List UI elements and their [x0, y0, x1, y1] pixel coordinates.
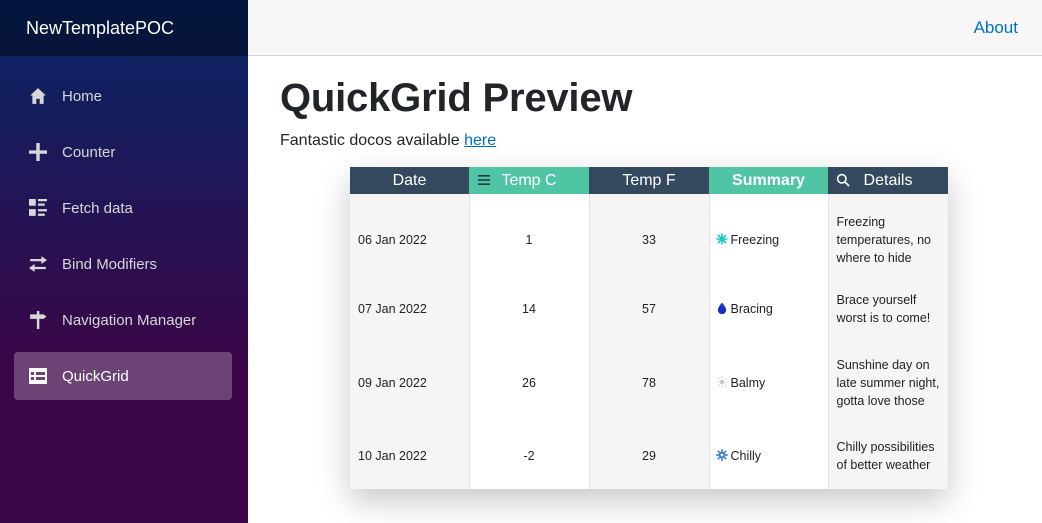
- nav-item-label: Home: [62, 87, 103, 105]
- column-header-label: Date: [392, 171, 427, 189]
- signpost-icon: [28, 310, 48, 330]
- column-header-summary[interactable]: Summary: [709, 167, 828, 194]
- column-header-temp-c[interactable]: Temp C: [469, 167, 589, 194]
- nav-item-label: Fetch data: [62, 199, 133, 217]
- page-title: QuickGrid Preview: [280, 76, 633, 120]
- column-header-date[interactable]: Date: [350, 167, 469, 194]
- nav-item-quickgrid[interactable]: QuickGrid: [14, 352, 232, 400]
- menu-icon[interactable]: [477, 173, 491, 187]
- header-row: Date Temp C Temp F Summary Details: [350, 167, 948, 194]
- home-icon: [28, 86, 48, 106]
- gear-icon: [715, 449, 728, 461]
- nav-item-home[interactable]: Home: [14, 72, 232, 120]
- docs-link[interactable]: here: [464, 132, 496, 149]
- column-header-label: Details: [863, 171, 913, 189]
- nav-item-label: Counter: [62, 143, 116, 161]
- cell-summary: Freezing: [709, 194, 829, 276]
- cell-temp-c: 1: [469, 194, 590, 276]
- cell-date: 09 Jan 2022: [350, 342, 470, 423]
- snowflake-icon: [716, 233, 728, 245]
- cell-summary: Chilly: [709, 423, 829, 489]
- summary-label: Bracing: [730, 302, 773, 316]
- cell-temp-c: 14: [469, 276, 590, 342]
- cell-temp-f: 29: [589, 423, 710, 489]
- cell-summary: Balmy: [709, 342, 829, 423]
- cell-temp-f: 57: [589, 276, 710, 342]
- weather-table: Date Temp C Temp F Summary Details 06 Ja…: [350, 167, 949, 489]
- intro-text: Fantastic docos available here: [280, 132, 1042, 150]
- cell-date: 07 Jan 2022: [350, 276, 470, 342]
- droplet-icon: [716, 302, 728, 315]
- cell-date: 10 Jan 2022: [350, 423, 470, 489]
- about-link[interactable]: About: [974, 18, 1018, 38]
- cell-date: 06 Jan 2022: [350, 194, 470, 276]
- nav-item-label: Navigation Manager: [62, 311, 197, 329]
- table-row: 10 Jan 2022 -2 29 Chilly Chilly possibil…: [350, 423, 949, 489]
- nav-item-counter[interactable]: Counter: [14, 128, 232, 176]
- brand-link[interactable]: NewTemplatePOC: [26, 18, 174, 39]
- nav-item-navigation-manager[interactable]: Navigation Manager: [14, 296, 232, 344]
- summary-label: Freezing: [730, 233, 780, 247]
- summary-label: Balmy: [730, 375, 766, 390]
- cell-temp-f: 78: [589, 342, 710, 423]
- swap-icon: [28, 254, 48, 274]
- table-row: 07 Jan 2022 14 57 Bracing Brace yourself…: [350, 276, 949, 342]
- nav-menu: Home Counter Fetch data Bind Modifiers N…: [0, 56, 248, 400]
- main-content: QuickGrid Preview Fantastic docos availa…: [280, 56, 1042, 150]
- cell-temp-c: -2: [469, 423, 590, 489]
- search-icon[interactable]: [836, 173, 850, 187]
- list-rich-icon: [28, 198, 48, 218]
- cell-summary: Bracing: [709, 276, 829, 342]
- nav-item-fetch-data[interactable]: Fetch data: [14, 184, 232, 232]
- cell-details: Chilly possibilities of better weather: [828, 423, 949, 489]
- column-header-details[interactable]: Details: [828, 167, 948, 194]
- brand-bar: NewTemplatePOC: [0, 0, 248, 56]
- top-row: About: [248, 0, 1042, 56]
- quickgrid: Date Temp C Temp F Summary Details 06 Ja…: [350, 167, 949, 489]
- nav-item-bind-modifiers[interactable]: Bind Modifiers: [14, 240, 232, 288]
- sun-icon: [716, 376, 728, 388]
- column-header-label: Temp F: [622, 171, 676, 189]
- column-header-label: Temp C: [501, 171, 557, 189]
- cell-temp-f: 33: [589, 194, 710, 276]
- cell-details: Brace yourself worst is to come!: [828, 276, 949, 342]
- table-icon: [28, 366, 48, 386]
- sidebar: NewTemplatePOC Home Counter Fetch data B…: [0, 0, 248, 523]
- table-row: 09 Jan 2022 26 78 Balmy Sunshine day on …: [350, 342, 949, 423]
- table-row: 06 Jan 2022 1 33 Freezing Freezing tempe…: [350, 194, 949, 276]
- nav-item-label: QuickGrid: [62, 367, 129, 385]
- intro-label: Fantastic docos available: [280, 132, 465, 149]
- cell-temp-c: 26: [469, 342, 590, 423]
- cell-details: Freezing temperatures, no where to hide: [828, 194, 949, 276]
- cell-details: Sunshine day on late summer night, gotta…: [828, 342, 949, 423]
- column-header-temp-f[interactable]: Temp F: [589, 167, 709, 194]
- column-header-label: Summary: [732, 171, 805, 189]
- summary-label: Chilly: [730, 449, 762, 463]
- plus-icon: [28, 142, 48, 162]
- nav-item-label: Bind Modifiers: [62, 255, 158, 273]
